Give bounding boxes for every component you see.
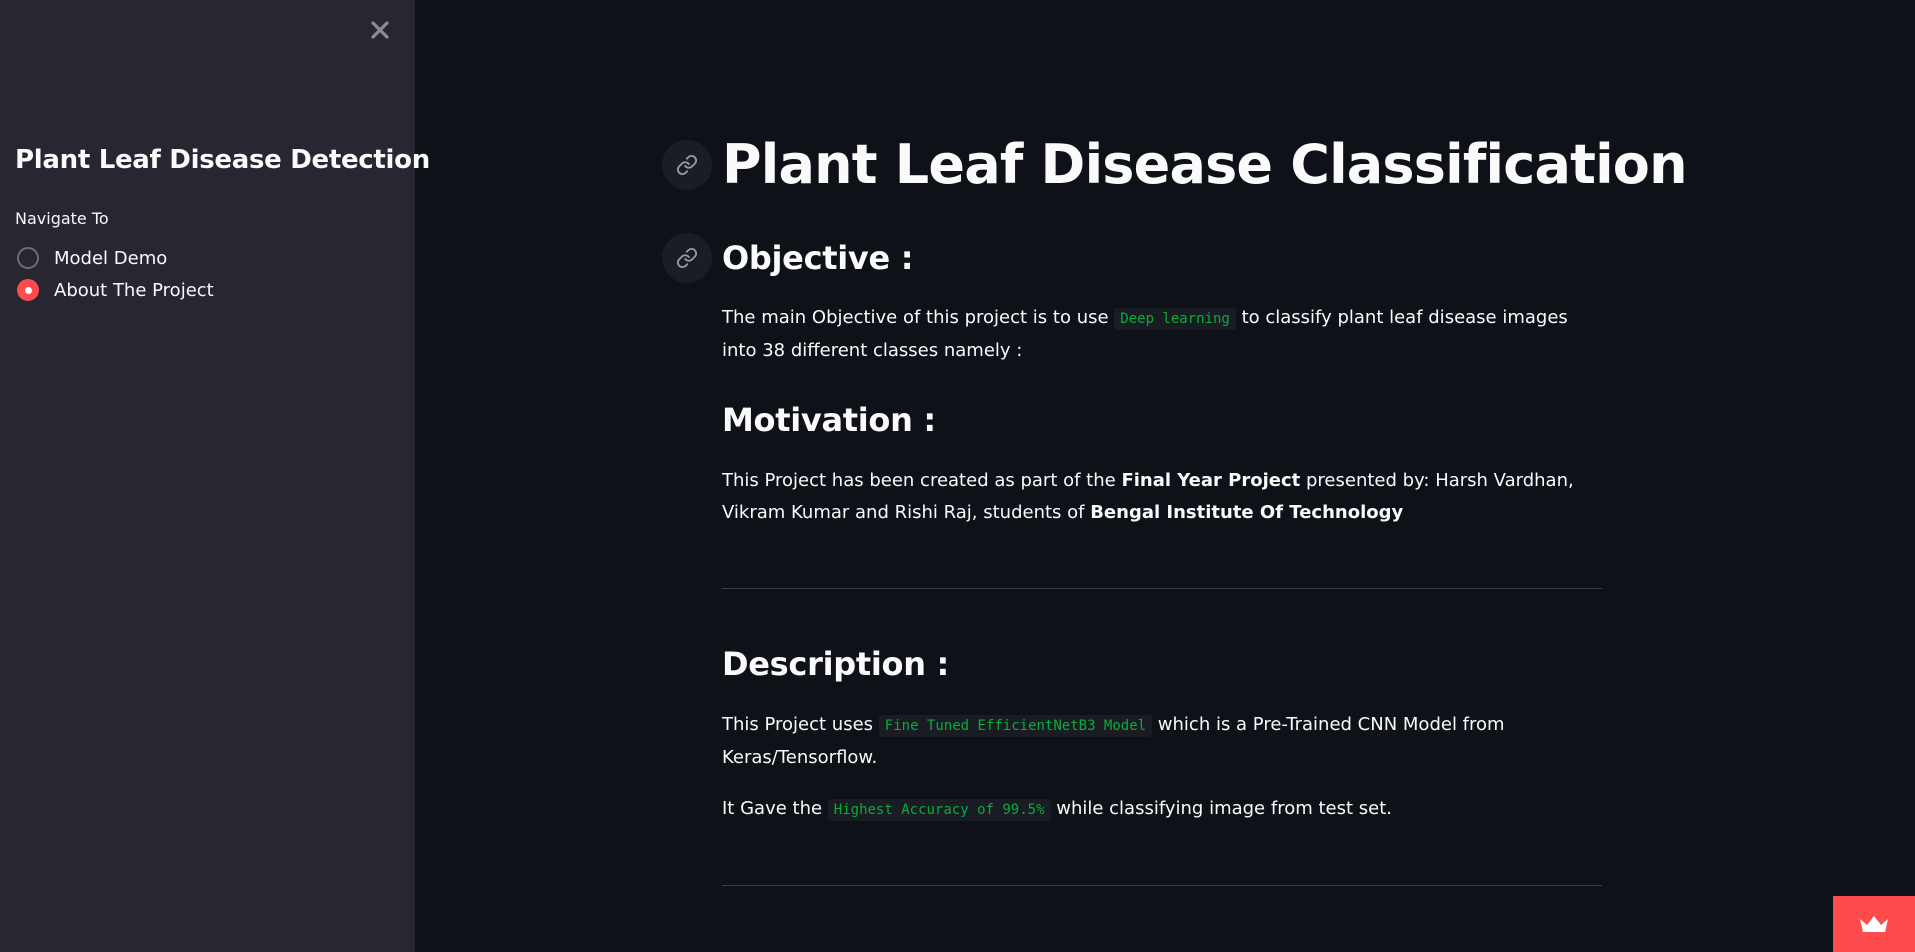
crown-icon (1860, 916, 1888, 932)
radio-selected-icon (17, 279, 39, 301)
sidebar-title: Plant Leaf Disease Detection (15, 145, 430, 175)
description-paragraph-1: This Project uses Fine Tuned EfficientNe… (722, 714, 1505, 768)
link-icon (676, 247, 698, 269)
description-paragraph-2: It Gave the Highest Accuracy of 99.5% wh… (722, 798, 1392, 821)
inline-code: Highest Accuracy of 99.5% (827, 799, 1051, 821)
divider (722, 588, 1602, 589)
navigate-label: Navigate To (15, 209, 109, 228)
radio-option-about-the-project[interactable]: About The Project (17, 279, 214, 301)
divider (722, 885, 1602, 886)
inline-code: Fine Tuned EfficientNetB3 Model (878, 715, 1153, 737)
streamlit-badge[interactable] (1833, 896, 1915, 952)
sidebar: Plant Leaf Disease Detection Navigate To… (0, 0, 430, 952)
inline-code: Deep learning (1114, 308, 1236, 330)
radio-label: Model Demo (54, 247, 168, 269)
radio-label: About The Project (54, 279, 214, 301)
main-area: Plant Leaf Disease Classification Object… (415, 0, 1915, 952)
radio-option-model-demo[interactable]: Model Demo (17, 247, 167, 269)
close-sidebar-button[interactable] (368, 18, 392, 42)
motivation-paragraph: This Project has been created as part of… (722, 470, 1574, 523)
link-icon (676, 154, 698, 176)
title-anchor-link[interactable] (662, 140, 712, 190)
objective-paragraph: The main Objective of this project is to… (722, 307, 1568, 361)
radio-unselected-icon (17, 247, 39, 269)
motivation-heading: Motivation : (722, 401, 936, 439)
close-icon (371, 21, 389, 39)
description-heading: Description : (722, 645, 950, 683)
page-title: Plant Leaf Disease Classification (722, 133, 1688, 196)
objective-heading: Objective : (722, 239, 914, 277)
objective-anchor-link[interactable] (662, 233, 712, 283)
